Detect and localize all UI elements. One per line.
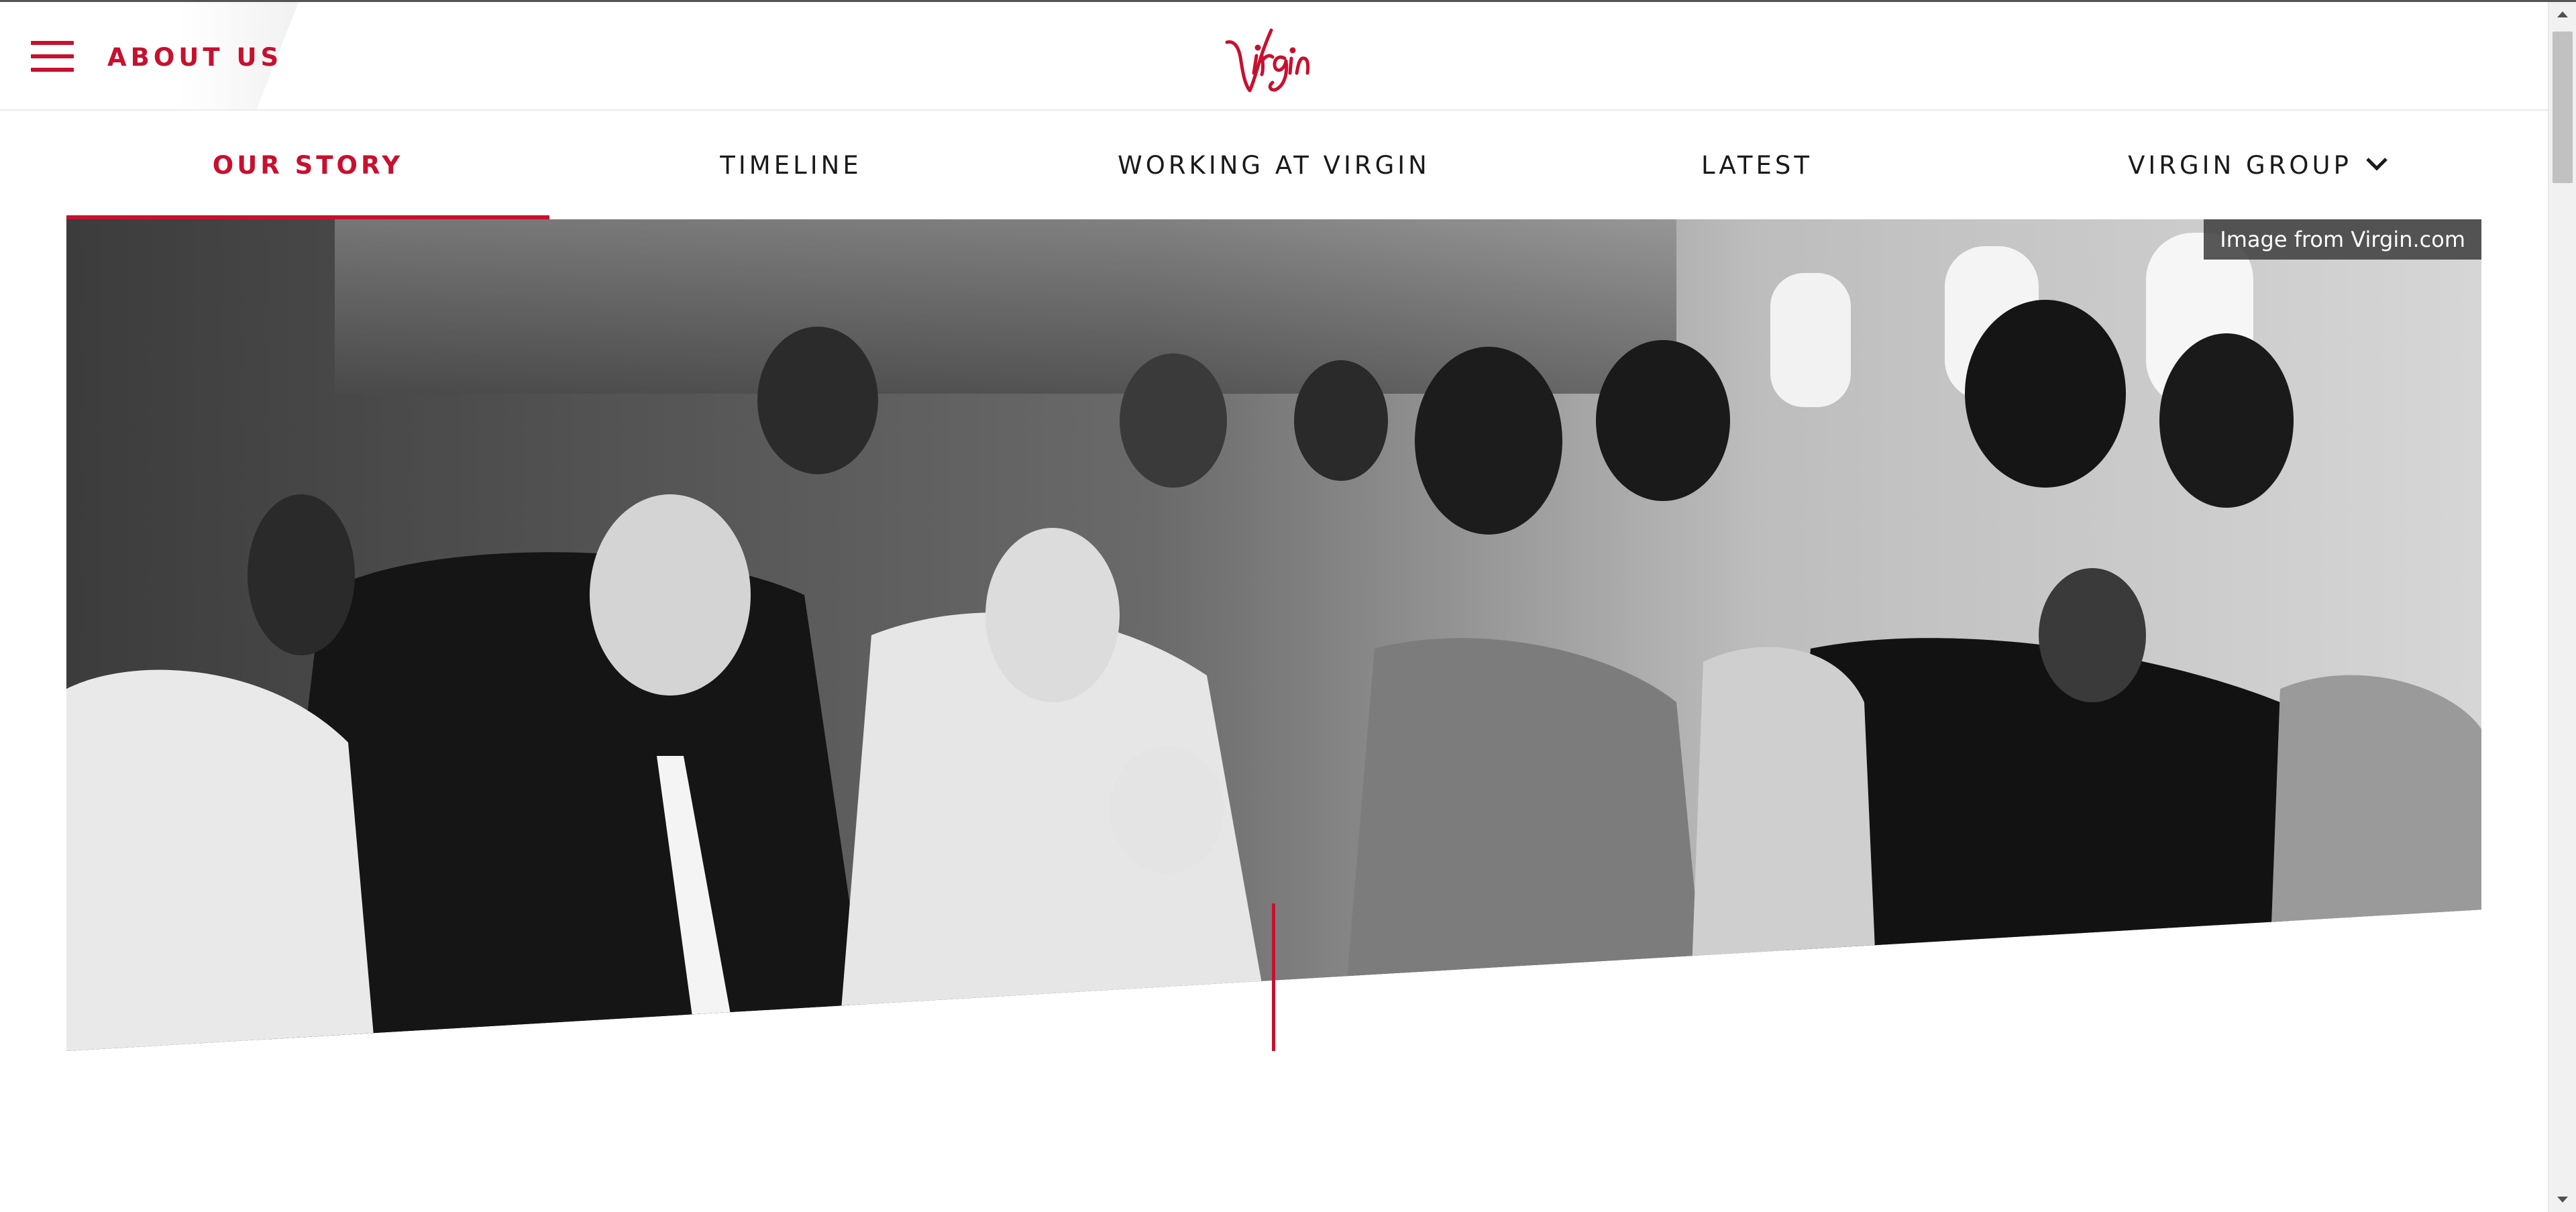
- site-header: ABOUT US: [0, 2, 2548, 111]
- scrollbar-thumb[interactable]: [2553, 32, 2573, 183]
- section-label[interactable]: ABOUT US: [107, 41, 282, 74]
- tab-latest[interactable]: LATEST: [1515, 111, 1998, 219]
- sub-navigation: OUR STORY TIMELINE WORKING AT VIRGIN LAT…: [66, 111, 2481, 219]
- virgin-logo[interactable]: [1224, 17, 1318, 97]
- chevron-down-icon[interactable]: [2363, 154, 2390, 174]
- tab-working-at-virgin[interactable]: WORKING AT VIRGIN: [1032, 111, 1515, 219]
- scroll-indicator-line: [1272, 903, 1275, 1051]
- page-viewport: ABOUT US OUR STORY TIMELINE WORKING AT V…: [0, 2, 2548, 1212]
- vertical-scrollbar[interactable]: [2548, 2, 2576, 1212]
- image-credit: Image from Virgin.com: [2204, 219, 2481, 260]
- arrow-down-icon[interactable]: [2548, 1188, 2576, 1212]
- tab-virgin-group[interactable]: VIRGIN GROUP: [1998, 111, 2481, 219]
- tab-our-story[interactable]: OUR STORY: [66, 111, 549, 219]
- tab-timeline[interactable]: TIMELINE: [549, 111, 1032, 219]
- arrow-up-icon[interactable]: [2548, 2, 2576, 26]
- hamburger-icon[interactable]: [31, 41, 74, 72]
